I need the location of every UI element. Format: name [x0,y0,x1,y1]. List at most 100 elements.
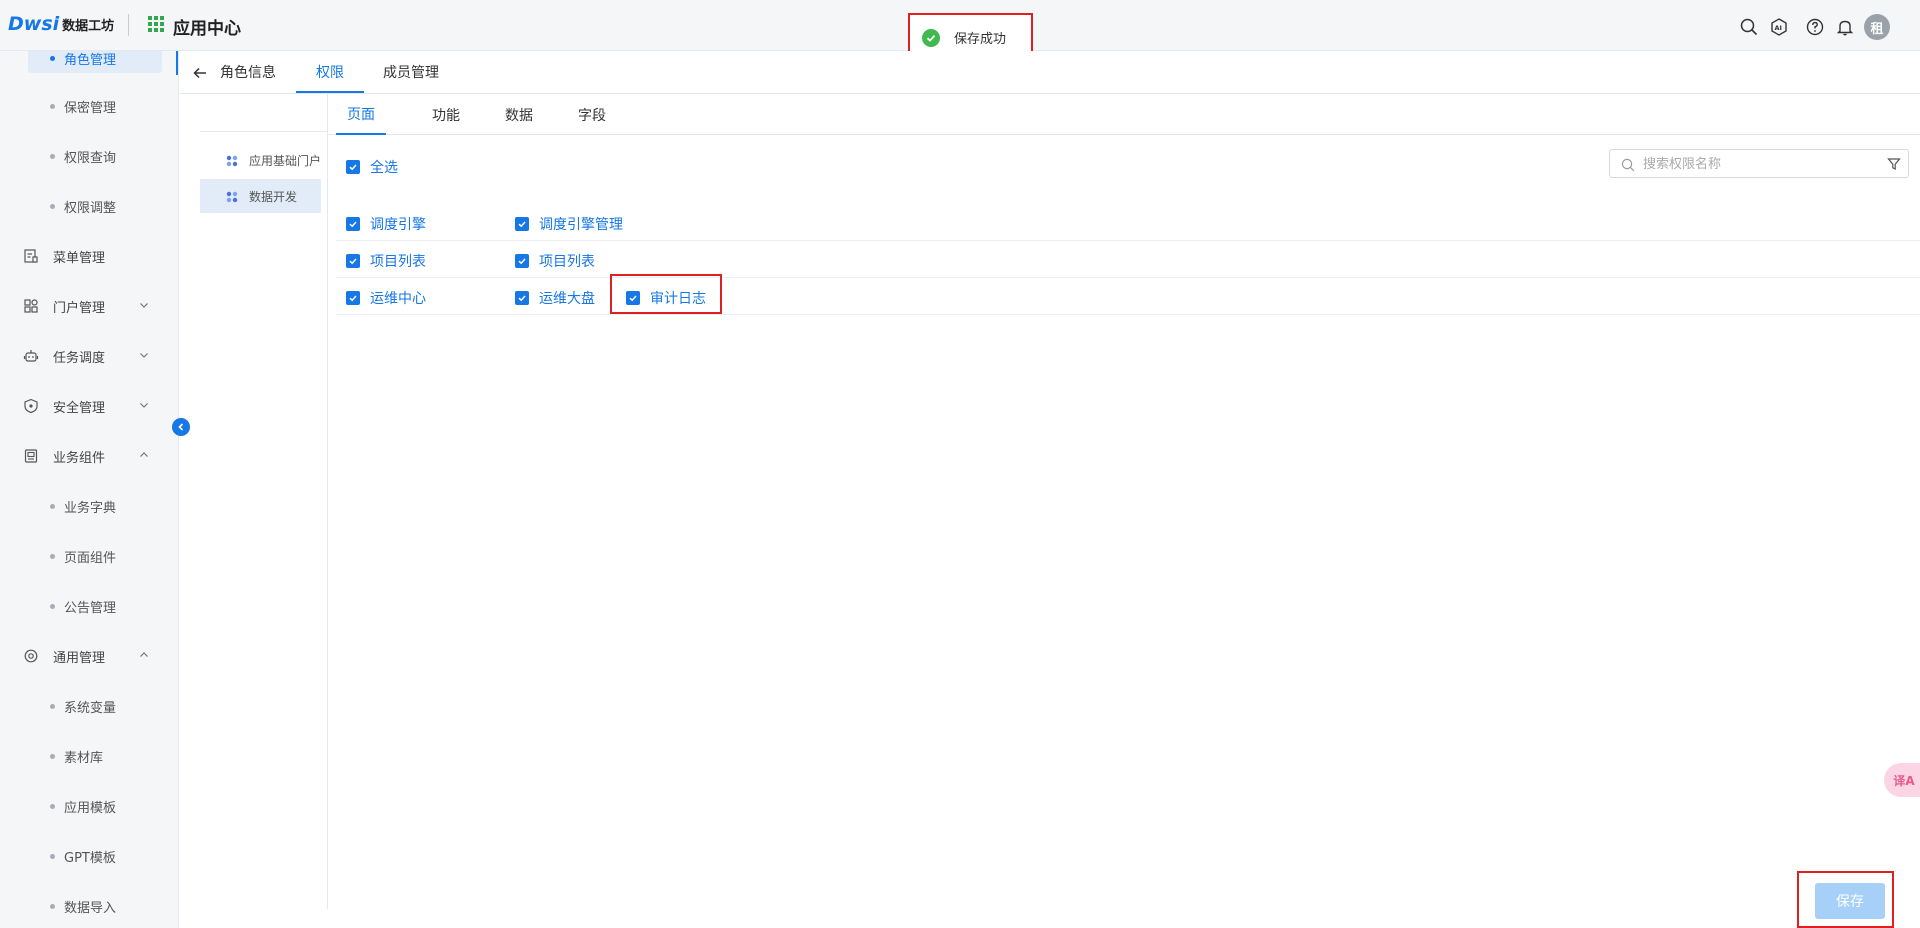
sidebar-item-secret-management[interactable]: 保密管理 [28,91,162,121]
tab-pages[interactable]: 页面 [336,94,386,135]
menu-icon [24,249,38,263]
save-button[interactable]: 保存 [1815,883,1885,919]
component-icon [24,449,38,463]
filter-icon[interactable] [1887,157,1901,171]
sidebar-item-label: 数据导入 [64,900,117,916]
permission-checkbox[interactable]: 运维中心 [346,288,426,308]
permission-checkbox[interactable]: 调度引擎管理 [515,214,623,234]
tab-functions[interactable]: 功能 [432,94,460,135]
chevron-down-icon [140,303,148,308]
sidebar-item-asset-library[interactable]: 素材库 [28,741,162,771]
sidebar-item-label: 权限查询 [64,150,117,166]
chevron-up-icon [140,452,148,457]
sidebar-item-label: 门户管理 [53,300,106,316]
sidebar-item-label: 任务调度 [53,350,106,366]
sidebar-item-portal-management[interactable]: 门户管理 [0,291,170,321]
shield-icon [24,398,38,414]
main-tabs: 角色信息 权限 成员管理 [180,51,1920,94]
chevron-up-icon [140,652,148,657]
sidebar-item-label: 通用管理 [53,650,106,666]
logo[interactable]: Dwsi 数据工坊 [8,13,114,35]
sidebar-item-label: 应用模板 [64,800,117,816]
checkbox-label: 项目列表 [370,254,426,270]
sidebar-item-permission-adjust[interactable]: 权限调整 [28,191,162,221]
settings-icon [24,649,38,663]
permission-checkbox[interactable]: 项目列表 [515,251,595,271]
sidebar-item-general-management[interactable]: 通用管理 [0,641,170,671]
permission-search [1609,149,1909,178]
tree-item-label: 数据开发 [249,189,298,204]
app-node-icon [226,155,238,167]
sidebar-item-gpt-templates[interactable]: GPT模板 [28,841,162,871]
sidebar-item-app-templates[interactable]: 应用模板 [28,791,162,821]
row-divider [336,314,1920,315]
row-divider [336,277,1920,278]
divider [128,14,129,36]
sidebar-item-label: 素材库 [64,750,104,766]
select-all-checkbox[interactable]: 全选 [346,157,398,177]
sidebar-item-security-management[interactable]: 安全管理 [0,391,170,421]
permission-checkbox[interactable]: 项目列表 [346,251,426,271]
app-grid-icon[interactable] [148,16,166,34]
sidebar-item-label: 菜单管理 [53,250,106,266]
tab-permissions[interactable]: 权限 [296,51,364,93]
permission-checkbox[interactable]: 运维大盘 [515,288,595,308]
search-icon [1621,158,1635,172]
ai-icon[interactable]: AI [1768,16,1790,38]
chevron-down-icon [140,353,148,358]
row-divider [336,240,1920,241]
checkbox-label: 调度引擎 [370,217,426,233]
sidebar: 角色管理 保密管理 权限查询 权限调整 菜单管理 门户管理 任务调度 安全管理 … [0,51,179,928]
translate-button[interactable]: 译A [1884,763,1920,797]
tree-item-label: 应用基础门户 [249,153,322,168]
sidebar-item-menu-management[interactable]: 菜单管理 [0,241,170,271]
tab-fields[interactable]: 字段 [578,94,606,135]
divider [200,131,328,132]
app-node-icon [226,191,238,203]
active-indicator [176,51,178,75]
logo-text: 数据工坊 [62,18,115,34]
bell-icon[interactable] [1834,16,1856,38]
sidebar-item-task-scheduling[interactable]: 任务调度 [0,341,170,371]
sidebar-item-label: 保密管理 [64,100,117,116]
search-input[interactable] [1643,155,1863,173]
sidebar-item-label: 角色管理 [64,52,117,68]
sidebar-item-role-management[interactable]: 角色管理 [28,51,162,73]
avatar[interactable]: 租 [1864,14,1890,40]
back-arrow-icon[interactable] [192,65,208,81]
success-check-icon [922,28,940,47]
sidebar-item-data-import[interactable]: 数据导入 [28,891,162,921]
tree-item-app-portal[interactable]: 应用基础门户 [200,143,321,177]
checkbox-label: 调度引擎管理 [539,217,623,233]
tab-member-management[interactable]: 成员管理 [383,51,439,93]
checkbox-label: 项目列表 [539,254,595,270]
sidebar-item-business-components[interactable]: 业务组件 [0,441,170,471]
toast-message: 保存成功 [954,32,1007,47]
help-icon[interactable] [1804,16,1826,38]
tab-data[interactable]: 数据 [505,94,533,135]
logo-mark: Dwsi [8,13,60,35]
permission-checkbox[interactable]: 调度引擎 [346,214,426,234]
sidebar-item-label: 公告管理 [64,600,117,616]
sidebar-item-label: GPT模板 [64,850,116,866]
checkbox-label: 运维大盘 [539,291,595,307]
robot-icon [23,350,39,362]
sidebar-item-page-components[interactable]: 页面组件 [28,541,162,571]
sidebar-collapse-button[interactable] [172,418,190,436]
chevron-left-icon [178,423,184,431]
permission-type-tabs: 页面 功能 数据 字段 [329,94,1920,135]
search-icon[interactable] [1738,16,1760,38]
checkbox-label: 运维中心 [370,291,426,307]
sidebar-item-announcement-management[interactable]: 公告管理 [28,591,162,621]
sidebar-item-permission-query[interactable]: 权限查询 [28,141,162,171]
tree-item-data-development[interactable]: 数据开发 [200,179,321,213]
app-title: 应用中心 [173,19,241,39]
sidebar-item-label: 安全管理 [53,400,106,416]
sidebar-item-label: 页面组件 [64,550,117,566]
tab-role-info[interactable]: 角色信息 [220,51,276,93]
app-tree: 应用基础门户 数据开发 [200,94,328,909]
sidebar-item-business-dictionary[interactable]: 业务字典 [28,491,162,521]
sidebar-item-label: 业务组件 [53,450,106,466]
sidebar-item-system-variables[interactable]: 系统变量 [28,691,162,721]
sidebar-item-label: 系统变量 [64,700,117,716]
